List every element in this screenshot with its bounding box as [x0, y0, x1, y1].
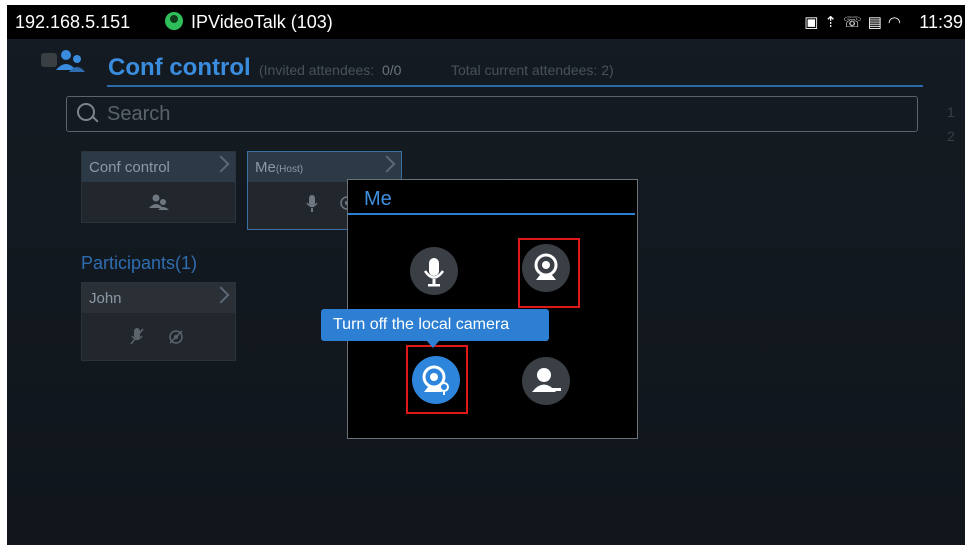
- chevron-right-icon: [212, 286, 230, 304]
- me-label: Me(Host): [255, 159, 304, 176]
- dialog-title: Me: [364, 188, 392, 210]
- wifi-icon: ◠: [887, 14, 907, 31]
- page-title: Conf control: [108, 54, 251, 81]
- search-icon: [77, 103, 95, 121]
- search-placeholder: Search: [107, 103, 171, 125]
- microphone-icon: [423, 258, 445, 287]
- index-letter[interactable]: 1: [947, 100, 955, 124]
- chevron-right-icon: [378, 155, 396, 173]
- call-icon: ☏: [842, 14, 868, 31]
- header: Conf control (Invited attendees: 0/0 Tot…: [7, 39, 965, 89]
- search-input[interactable]: Search: [66, 96, 918, 132]
- me-card-header[interactable]: Me(Host): [248, 152, 401, 182]
- presenter-icon: [532, 368, 561, 392]
- conf-control-card-header[interactable]: Conf control: [82, 152, 235, 182]
- conference-icon: [56, 50, 85, 72]
- dialog-divider: [348, 213, 635, 215]
- highlight-local-camera-button: [406, 345, 468, 414]
- participants-title: Participants(1): [81, 253, 198, 273]
- participant-card[interactable]: John: [81, 282, 236, 361]
- microphone-button[interactable]: [410, 247, 458, 295]
- header-underline: [107, 85, 923, 87]
- sim-icon: ▤: [867, 14, 888, 31]
- tooltip-arrow: [427, 341, 439, 348]
- status-bar: 192.168.5.151 IPVideoTalk (103) ▣⇡☏▤◠ 11…: [7, 5, 965, 39]
- app-title: IPVideoTalk (103): [191, 12, 333, 32]
- highlight-camera-button: [518, 238, 580, 308]
- presenter-button[interactable]: [522, 357, 570, 405]
- tooltip-text: Turn off the local camera: [333, 316, 510, 333]
- microphone-muted-icon[interactable]: [130, 328, 144, 346]
- screenshot-icon: ▣: [804, 14, 825, 31]
- participant-name: John: [89, 290, 122, 307]
- camera-off-icon[interactable]: [168, 329, 184, 345]
- total-attendees: Total current attendees: 2): [451, 62, 614, 78]
- clock: 11:39: [919, 12, 963, 32]
- conf-control-label: Conf control: [89, 159, 170, 176]
- index-letter[interactable]: 2: [947, 124, 955, 148]
- microphone-icon[interactable]: [306, 195, 318, 213]
- tooltip: Turn off the local camera: [321, 309, 549, 348]
- ip-address: 192.168.5.151: [15, 12, 131, 32]
- invited-attendees: (Invited attendees: 0/0: [259, 62, 402, 78]
- upload-icon: ⇡: [824, 14, 843, 31]
- participant-card-header[interactable]: John: [82, 283, 235, 313]
- index-letters[interactable]: 1 2: [947, 100, 955, 148]
- screen: 192.168.5.151 IPVideoTalk (103) ▣⇡☏▤◠ 11…: [7, 5, 965, 545]
- conf-control-card[interactable]: Conf control: [81, 151, 236, 223]
- status-icons: ▣⇡☏▤◠: [804, 13, 907, 31]
- conference-icon: [149, 194, 169, 210]
- chevron-right-icon: [212, 155, 230, 173]
- ipvideotalk-icon: [165, 12, 183, 30]
